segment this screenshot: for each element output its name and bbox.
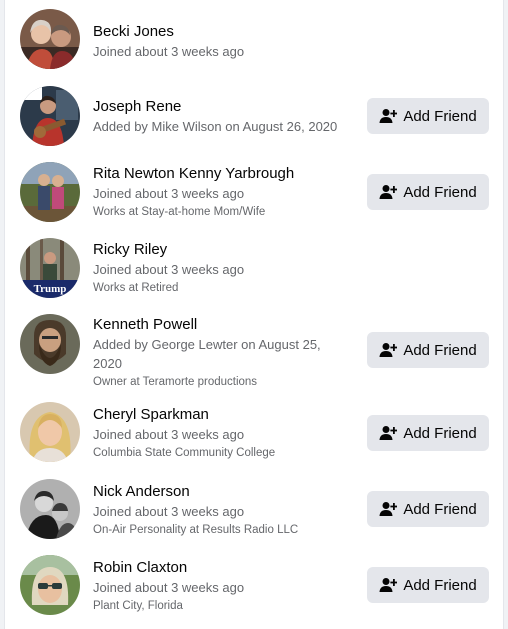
profile-photo-icon [20,9,80,69]
list-item: Rita Newton Kenny Yarbrough Joined about… [5,152,503,232]
profile-photo-icon: Trump [20,238,80,298]
joined-text: Joined about 3 weeks ago [93,427,245,442]
add-friend-label: Add Friend [403,341,477,359]
add-friend-icon [379,108,398,124]
list-item: Cheryl Sparkman Joined about 3 weeks ago… [5,394,503,472]
profile-photo-icon [20,555,80,615]
add-friend-button[interactable]: Add Friend [367,415,489,451]
person-name[interactable]: Ricky Riley [93,240,244,260]
avatar[interactable] [20,314,80,374]
add-friend-icon [379,577,398,593]
list-item: Trump Ricky Riley Joined about 3 weeks a… [5,232,503,308]
add-friend-icon [379,342,398,358]
joined-text: Joined about 3 weeks ago [93,186,245,201]
add-friend-button[interactable]: Add Friend [367,174,489,210]
add-friend-label: Add Friend [403,500,477,518]
add-friend-label: Add Friend [403,183,477,201]
joined-text: Joined about 3 weeks ago [93,44,245,59]
avatar[interactable] [20,162,80,222]
added-by-text: Added by George Lewter on August 25, 202… [93,337,321,371]
avatar[interactable] [20,555,80,615]
list-item: Kenneth Powell Added by George Lewter on… [5,308,503,394]
add-friend-button[interactable]: Add Friend [367,332,489,368]
location-text: Plant City, Florida [93,600,183,612]
work-text: On-Air Personality at Results Radio LLC [93,524,299,536]
avatar[interactable] [20,479,80,539]
person-name[interactable]: Cheryl Sparkman [93,405,275,425]
profile-photo-icon [20,86,80,146]
person-name[interactable]: Nick Anderson [93,482,298,502]
person-name[interactable]: Kenneth Powell [93,315,349,335]
avatar[interactable] [20,402,80,462]
education-text: Columbia State Community College [93,447,276,459]
avatar-sign-text: Trump [34,283,67,295]
profile-photo-icon [20,479,80,539]
profile-photo-icon [20,402,80,462]
list-item: Robin Claxton Joined about 3 weeks ago P… [5,548,503,629]
work-text: Works at Stay-at-home Mom/Wife [93,206,266,218]
add-friend-icon [379,425,398,441]
list-item: Joseph Rene Added by Mike Wilson on Augu… [5,80,503,152]
work-text: Works at Retired [93,282,179,294]
list-item: Nick Anderson Joined about 3 weeks ago O… [5,472,503,548]
joined-text: Joined about 3 weeks ago [93,580,245,595]
added-by-text: Added by Mike Wilson on August 26, 2020 [93,119,338,134]
profile-photo-icon [20,162,80,222]
person-name[interactable]: Becki Jones [93,22,244,42]
avatar[interactable] [20,86,80,146]
person-name[interactable]: Joseph Rene [93,97,337,117]
add-friend-label: Add Friend [403,107,477,125]
add-friend-icon [379,501,398,517]
people-list: Becki Jones Joined about 3 weeks ago Jos… [4,0,504,629]
profile-photo-icon [20,314,80,374]
avatar[interactable]: Trump [20,238,80,298]
work-text: Owner at Teramorte productions [93,376,258,388]
add-friend-button[interactable]: Add Friend [367,567,489,603]
person-name[interactable]: Robin Claxton [93,558,244,578]
add-friend-label: Add Friend [403,576,477,594]
add-friend-icon [379,184,398,200]
joined-text: Joined about 3 weeks ago [93,504,245,519]
add-friend-button[interactable]: Add Friend [367,98,489,134]
person-name[interactable]: Rita Newton Kenny Yarbrough [93,164,294,184]
add-friend-label: Add Friend [403,424,477,442]
avatar[interactable] [20,9,80,69]
joined-text: Joined about 3 weeks ago [93,262,245,277]
list-item: Becki Jones Joined about 3 weeks ago [5,0,503,80]
add-friend-button[interactable]: Add Friend [367,491,489,527]
